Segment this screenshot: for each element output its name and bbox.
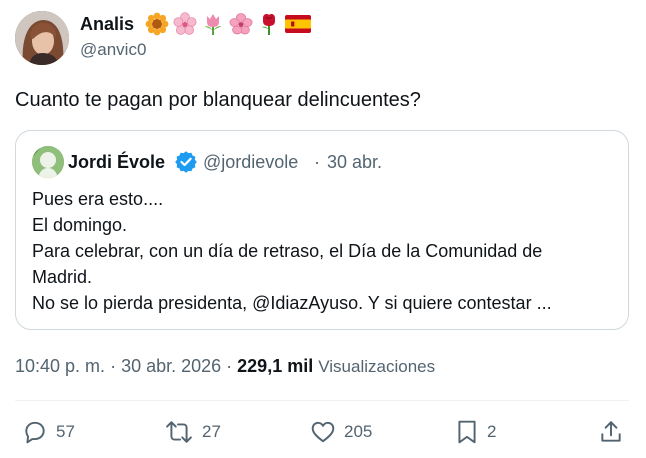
- quoted-date: 30 abr.: [327, 152, 383, 172]
- retweet-icon: [164, 419, 194, 445]
- author-display-name[interactable]: Analis: [80, 12, 134, 36]
- quoted-author-avatar: [32, 146, 64, 178]
- bookmark-button[interactable]: 2: [455, 414, 496, 450]
- quoted-separator-dot: ·: [314, 152, 320, 172]
- tweet-action-bar: 57 27 205 2: [0, 414, 646, 450]
- meta-separator: ·: [221, 356, 238, 376]
- author-avatar[interactable]: [15, 11, 69, 65]
- bookmark-icon: [455, 419, 479, 445]
- reply-icon: [22, 419, 48, 445]
- like-button[interactable]: 205: [310, 414, 372, 450]
- reply-count: 57: [56, 422, 75, 441]
- quoted-tweet-card[interactable]: Jordi Évole @jordievole · 30 abr. Pues e…: [15, 130, 629, 330]
- quoted-author-handle: @jordievole: [203, 152, 299, 172]
- quoted-text-line: Madrid.: [32, 267, 93, 287]
- quoted-text-line: Pues era esto....: [32, 189, 164, 209]
- author-handle[interactable]: @anvic0: [80, 39, 146, 61]
- divider: [15, 400, 629, 401]
- retweet-button[interactable]: 27: [164, 414, 221, 450]
- tweet-meta: 10:40 p. m. · 30 abr. 2026 · 229,1 mil V…: [15, 354, 435, 379]
- quoted-author-name: Jordi Évole: [68, 152, 166, 172]
- quoted-text-line: El domingo.: [32, 215, 128, 235]
- hibiscus-icon: [229, 12, 253, 36]
- meta-separator: ·: [105, 356, 122, 376]
- bookmark-count: 2: [487, 422, 497, 441]
- verified-badge-icon: [175, 151, 197, 178]
- sunflower-icon: [145, 12, 169, 36]
- quoted-text-line: Para celebrar, con un día de retraso, el…: [32, 241, 543, 261]
- quoted-tweet-text: Pues era esto.... El domingo. Para celeb…: [32, 186, 622, 316]
- author-emoji-row: [145, 11, 311, 37]
- tweet-time[interactable]: 10:40 p. m.: [15, 356, 105, 376]
- reply-button[interactable]: 57: [22, 414, 75, 450]
- spain-flag-icon: [285, 15, 311, 33]
- heart-icon: [310, 419, 336, 445]
- like-count: 205: [344, 422, 373, 441]
- quoted-text-line: No se lo pierda presidenta, @IdiazAyuso.…: [32, 293, 552, 313]
- share-button[interactable]: [598, 414, 624, 450]
- tweet-text: Cuanto te pagan por blanquear delincuent…: [15, 89, 421, 111]
- share-icon: [598, 419, 624, 445]
- views-count: 229,1 mil: [237, 356, 314, 376]
- cherry-blossom-icon: [173, 12, 197, 36]
- tweet-date[interactable]: 30 abr. 2026: [121, 356, 221, 376]
- tulip-icon: [201, 12, 225, 36]
- retweet-count: 27: [202, 422, 221, 441]
- rose-icon: [257, 12, 281, 36]
- views-label: Visualizaciones: [318, 357, 436, 376]
